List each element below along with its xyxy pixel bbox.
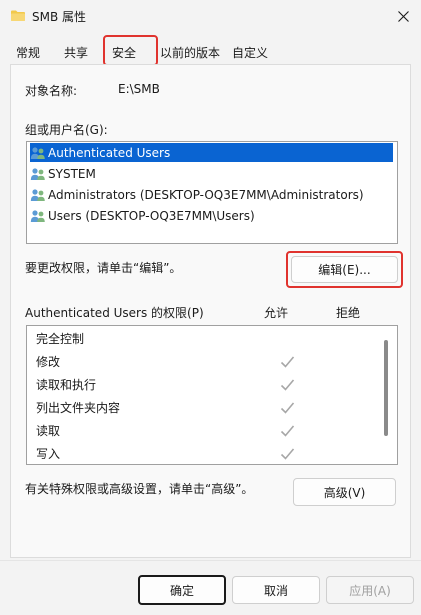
user-group-icon	[30, 146, 45, 159]
tab-sharing[interactable]: 共享	[64, 43, 88, 63]
user-group-icon	[30, 188, 45, 201]
groups-list[interactable]: Authenticated Users SYSTEM Administrator…	[26, 141, 398, 244]
edit-button[interactable]: 编辑(E)...	[291, 256, 398, 283]
permission-label: 读取和执行	[36, 378, 97, 392]
apply-button[interactable]: 应用(A)	[326, 576, 414, 604]
user-group-icon	[30, 209, 45, 222]
scrollbar[interactable]	[384, 340, 388, 436]
permission-label: 修改	[36, 355, 61, 369]
list-item-system[interactable]: SYSTEM	[30, 164, 393, 183]
check-icon	[280, 402, 295, 414]
deny-column-header: 拒绝	[336, 306, 361, 320]
permission-label: 完全控制	[36, 332, 85, 346]
window-title: SMB 属性	[32, 10, 87, 24]
object-name-label: 对象名称:	[25, 84, 78, 98]
groups-label: 组或用户名(G):	[25, 123, 108, 137]
permission-label: 写入	[36, 447, 61, 461]
tab-customize[interactable]: 自定义	[232, 43, 268, 63]
list-item-label: Administrators (DESKTOP-OQ3E7MM\Administ…	[48, 187, 364, 202]
list-item-label: SYSTEM	[48, 166, 96, 181]
user-group-icon	[30, 167, 45, 180]
list-item-users[interactable]: Users (DESKTOP-OQ3E7MM\Users)	[30, 206, 393, 225]
advanced-button[interactable]: 高级(V)	[293, 478, 396, 506]
permission-row-full-control: 完全控制	[36, 329, 376, 349]
close-button[interactable]	[388, 2, 418, 30]
divider	[0, 560, 421, 561]
permission-row-read-execute: 读取和执行	[36, 375, 376, 395]
edit-hint: 要更改权限，请单击“编辑”。	[25, 261, 182, 275]
object-name-value: E:\SMB	[118, 82, 160, 96]
permissions-list[interactable]: 完全控制 修改 读取和执行 列出文件夹内容 读取 写入	[26, 325, 398, 465]
permission-row-read: 读取	[36, 421, 376, 441]
title-bar: SMB 属性	[0, 0, 421, 32]
cancel-button[interactable]: 取消	[232, 576, 320, 604]
permission-label: 读取	[36, 424, 61, 438]
check-icon	[280, 379, 295, 391]
list-item-administrators[interactable]: Administrators (DESKTOP-OQ3E7MM\Administ…	[30, 185, 393, 204]
tab-previous-versions[interactable]: 以前的版本	[160, 43, 220, 63]
tab-general[interactable]: 常规	[16, 43, 40, 63]
list-item-label: Users (DESKTOP-OQ3E7MM\Users)	[48, 208, 255, 223]
permission-row-list-folder: 列出文件夹内容	[36, 398, 376, 418]
tab-security[interactable]: 安全	[112, 43, 136, 63]
check-icon	[280, 356, 295, 368]
folder-icon	[11, 10, 25, 21]
permission-row-modify: 修改	[36, 352, 376, 372]
permission-row-write: 写入	[36, 444, 376, 464]
advanced-hint: 有关特殊权限或高级设置，请单击“高级”。	[25, 482, 254, 496]
permission-label: 列出文件夹内容	[36, 401, 121, 415]
ok-button[interactable]: 确定	[138, 575, 226, 605]
check-icon	[280, 448, 295, 460]
allow-column-header: 允许	[264, 306, 289, 320]
close-icon	[397, 10, 409, 22]
list-item-label: Authenticated Users	[48, 145, 171, 160]
permissions-header: Authenticated Users 的权限(P)	[25, 306, 204, 320]
check-icon	[280, 425, 295, 437]
list-item-authenticated-users[interactable]: Authenticated Users	[30, 143, 393, 162]
